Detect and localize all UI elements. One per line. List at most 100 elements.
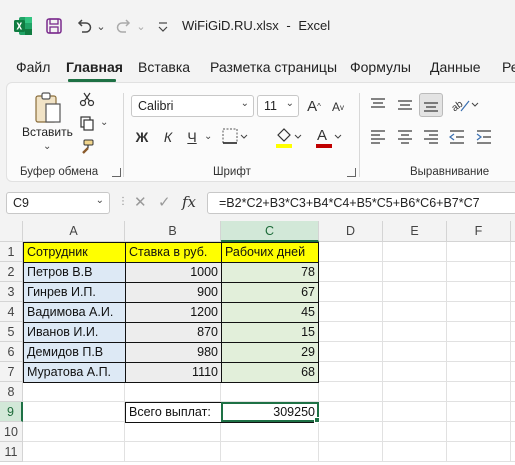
tab-review[interactable]: Ре xyxy=(502,59,515,75)
empty-cell[interactable] xyxy=(511,422,515,442)
table-cell-rate[interactable]: 1000 xyxy=(125,262,222,283)
table-cell-days[interactable]: 45 xyxy=(221,302,319,323)
customize-toolbar-icon[interactable] xyxy=(156,16,170,36)
empty-cell[interactable] xyxy=(447,302,511,322)
empty-cell[interactable] xyxy=(319,262,383,282)
empty-cell[interactable] xyxy=(23,402,125,422)
table-cell-rate[interactable]: 980 xyxy=(125,342,222,363)
enter-icon[interactable]: ✓ xyxy=(158,193,171,211)
orientation-icon[interactable]: ab xyxy=(449,95,479,115)
total-label-cell[interactable]: Всего выплат: xyxy=(125,402,222,423)
row-header[interactable]: 1 xyxy=(0,242,23,262)
table-cell-days[interactable]: 68 xyxy=(221,362,319,383)
tab-home[interactable]: Главная xyxy=(66,59,123,75)
row-header[interactable]: 9 xyxy=(0,402,23,422)
empty-cell[interactable] xyxy=(447,442,511,462)
cut-icon[interactable] xyxy=(79,91,95,107)
empty-cell[interactable] xyxy=(383,382,447,402)
tab-formulas[interactable]: Формулы xyxy=(350,59,411,75)
align-left-icon[interactable] xyxy=(369,128,387,146)
font-size-select[interactable]: 11 ⌄ xyxy=(257,95,299,117)
table-cell-days[interactable]: 78 xyxy=(221,262,319,283)
header-cell-rate[interactable]: Ставка в руб. xyxy=(125,242,222,263)
table-cell-name[interactable]: Вадимова А.И. xyxy=(23,302,126,323)
align-middle-icon[interactable] xyxy=(396,96,414,114)
select-all-corner[interactable] xyxy=(0,221,23,242)
empty-cell[interactable] xyxy=(319,442,383,462)
align-top-icon[interactable] xyxy=(369,96,387,114)
row-header[interactable]: 4 xyxy=(0,302,23,322)
empty-cell[interactable] xyxy=(447,242,511,262)
empty-cell[interactable] xyxy=(319,302,383,322)
empty-cell[interactable] xyxy=(383,442,447,462)
increase-indent-icon[interactable] xyxy=(475,128,493,146)
empty-cell[interactable] xyxy=(383,402,447,422)
empty-cell[interactable] xyxy=(319,402,383,422)
tab-insert[interactable]: Вставка xyxy=(138,59,190,75)
empty-cell[interactable] xyxy=(23,442,125,462)
empty-cell[interactable] xyxy=(319,242,383,262)
copy-dropdown-icon[interactable]: ⌄ xyxy=(100,117,108,128)
empty-cell[interactable] xyxy=(511,242,515,262)
empty-cell[interactable] xyxy=(511,302,515,322)
empty-cell[interactable] xyxy=(319,422,383,442)
align-right-icon[interactable] xyxy=(422,128,440,146)
align-bottom-button[interactable] xyxy=(419,93,443,117)
empty-cell[interactable] xyxy=(221,382,319,402)
empty-cell[interactable] xyxy=(383,342,447,362)
insert-function-button[interactable]: fx xyxy=(182,193,196,211)
empty-cell[interactable] xyxy=(511,402,515,422)
empty-cell[interactable] xyxy=(383,422,447,442)
tab-file[interactable]: Файл xyxy=(16,59,50,75)
fill-color-icon[interactable] xyxy=(273,125,303,149)
fill-handle[interactable] xyxy=(314,417,320,423)
row-header[interactable]: 11 xyxy=(0,442,23,462)
table-cell-days[interactable]: 67 xyxy=(221,282,319,303)
table-cell-name[interactable]: Иванов И.И. xyxy=(23,322,126,343)
table-cell-rate[interactable]: 1110 xyxy=(125,362,222,383)
table-cell-days[interactable]: 29 xyxy=(221,342,319,363)
empty-cell[interactable] xyxy=(447,322,511,342)
row-header[interactable]: 3 xyxy=(0,282,23,302)
formula-input[interactable]: =B2*C2+B3*C3+B4*C4+B5*C5+B6*C6+B7*C7 xyxy=(207,192,515,214)
column-header-e[interactable]: E xyxy=(383,221,447,242)
align-center-icon[interactable] xyxy=(396,128,414,146)
empty-cell[interactable] xyxy=(125,382,221,402)
row-header[interactable]: 10 xyxy=(0,422,23,442)
tab-page-layout[interactable]: Разметка страницы xyxy=(210,59,337,75)
table-cell-days[interactable]: 15 xyxy=(221,322,319,343)
cancel-icon[interactable]: ✕ xyxy=(134,193,147,211)
empty-cell[interactable] xyxy=(447,402,511,422)
empty-cell[interactable] xyxy=(511,282,515,302)
empty-cell[interactable] xyxy=(383,242,447,262)
copy-icon[interactable] xyxy=(79,115,95,131)
empty-cell[interactable] xyxy=(511,362,515,382)
row-header[interactable]: 2 xyxy=(0,262,23,282)
italic-button[interactable]: К xyxy=(159,127,177,147)
tab-data[interactable]: Данные xyxy=(430,59,481,75)
column-header-d[interactable]: D xyxy=(319,221,383,242)
empty-cell[interactable] xyxy=(447,282,511,302)
column-header-a[interactable]: A xyxy=(23,221,125,242)
row-header[interactable]: 6 xyxy=(0,342,23,362)
clipboard-launcher-icon[interactable] xyxy=(112,168,121,177)
empty-cell[interactable] xyxy=(447,382,511,402)
font-color-icon[interactable]: A xyxy=(313,125,343,149)
empty-cell[interactable] xyxy=(319,282,383,302)
empty-cell[interactable] xyxy=(125,422,221,442)
empty-cell[interactable] xyxy=(447,422,511,442)
table-cell-name[interactable]: Гинрев И.П. xyxy=(23,282,126,303)
font-name-select[interactable]: Calibri ⌄ xyxy=(131,95,254,117)
empty-cell[interactable] xyxy=(383,282,447,302)
table-cell-name[interactable]: Муратова А.П. xyxy=(23,362,126,383)
table-cell-rate[interactable]: 900 xyxy=(125,282,222,303)
empty-cell[interactable] xyxy=(447,262,511,282)
empty-cell[interactable] xyxy=(221,422,319,442)
empty-cell[interactable] xyxy=(319,382,383,402)
paste-dropdown-icon[interactable]: ⌄ xyxy=(43,141,51,152)
underline-button[interactable]: Ч xyxy=(183,127,201,147)
empty-cell[interactable] xyxy=(511,262,515,282)
underline-dropdown-icon[interactable]: ⌄ xyxy=(204,131,212,142)
row-header[interactable]: 7 xyxy=(0,362,23,382)
column-header-c[interactable]: C xyxy=(221,221,319,242)
